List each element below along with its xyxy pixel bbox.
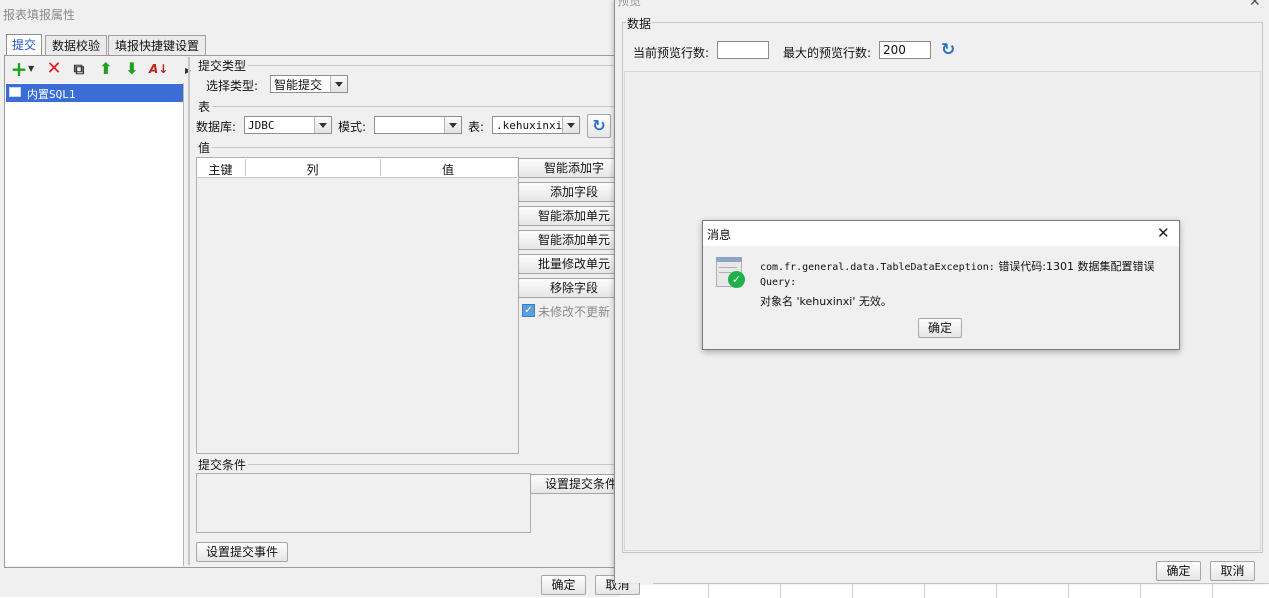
check-circle-icon: ✓ bbox=[728, 271, 745, 288]
window-title: 报表填报属性 bbox=[3, 8, 76, 22]
tree-item-selected[interactable]: 内置SQL1 bbox=[6, 84, 183, 102]
error-line-3: 对象名 'kehuxinxi' 无效。 bbox=[760, 295, 892, 308]
sort-icon[interactable]: A↓ bbox=[149, 60, 168, 78]
chevron-down-icon[interactable] bbox=[562, 117, 579, 133]
sql-tree bbox=[5, 83, 184, 566]
max-rows-label: 最大的预览行数: bbox=[783, 46, 872, 60]
error-line-2: Query: bbox=[760, 277, 797, 288]
dialog-close-icon[interactable]: ✕ bbox=[1157, 224, 1170, 242]
current-rows-label: 当前预览行数: bbox=[633, 46, 710, 60]
section-value: 值 bbox=[198, 141, 211, 155]
dialog-title: 消息 bbox=[707, 228, 732, 242]
current-rows-input[interactable] bbox=[717, 41, 769, 59]
message-dialog: 消息 ✕ ✓ com.fr.general.data.TableDataExce… bbox=[702, 220, 1180, 350]
error-code: 错误代码:1301 数据集配置错误 bbox=[998, 260, 1155, 273]
section-data: 数据 bbox=[626, 15, 653, 32]
column-header-primary-key[interactable]: 主键 bbox=[197, 161, 244, 178]
database-combo[interactable]: JDBC bbox=[244, 116, 332, 134]
schema-combo[interactable] bbox=[374, 116, 462, 134]
error-line-1: com.fr.general.data.TableDataException: … bbox=[760, 258, 1155, 274]
schema-label: 模式: bbox=[338, 120, 367, 134]
chevron-down-icon[interactable]: ▼ bbox=[28, 64, 34, 73]
table-icon bbox=[9, 87, 21, 97]
chevron-down-icon[interactable] bbox=[444, 117, 461, 133]
preview-cancel-button[interactable]: 取消 bbox=[1210, 561, 1255, 581]
refresh-icon[interactable]: ↻ bbox=[941, 40, 955, 60]
no-update-checkbox[interactable]: ✓ bbox=[522, 304, 535, 317]
splitter[interactable] bbox=[188, 57, 190, 565]
move-up-icon[interactable]: ⬆ bbox=[97, 60, 115, 78]
report-fill-properties-window: 报表填报属性 提交 数据校验 填报快捷键设置 + ▼ ✕ ⧉ ⬆ ⬇ A↓ ▶ … bbox=[0, 0, 640, 597]
condition-list bbox=[196, 473, 531, 533]
select-type-label: 选择类型: bbox=[206, 79, 259, 93]
tab-data-validation[interactable]: 数据校验 bbox=[45, 35, 107, 56]
table-label: 表: bbox=[468, 120, 485, 134]
value-table bbox=[196, 157, 519, 454]
background-grid-strip bbox=[653, 583, 1269, 598]
tab-shortcut-settings[interactable]: 填报快捷键设置 bbox=[108, 35, 206, 56]
preview-title: 预览 bbox=[617, 0, 642, 8]
chevron-down-icon[interactable] bbox=[314, 117, 331, 133]
tree-item-label: 内置SQL1 bbox=[27, 88, 76, 101]
database-label: 数据库: bbox=[196, 120, 237, 134]
refresh-icon: ↻ bbox=[592, 116, 606, 135]
dataset-error-icon: ✓ bbox=[716, 257, 745, 288]
column-header-column[interactable]: 列 bbox=[246, 161, 379, 178]
chevron-down-icon[interactable] bbox=[330, 76, 347, 92]
section-condition: 提交条件 bbox=[198, 458, 247, 472]
close-icon[interactable]: ✕ bbox=[1249, 0, 1261, 10]
refresh-button[interactable]: ↻ bbox=[587, 114, 611, 138]
section-table: 表 bbox=[198, 100, 211, 114]
move-down-icon[interactable]: ⬇ bbox=[123, 60, 141, 78]
error-exception: com.fr.general.data.TableDataException: bbox=[760, 262, 995, 273]
dialog-titlebar bbox=[703, 221, 1179, 246]
left-ok-button[interactable]: 确定 bbox=[541, 575, 586, 595]
table-combo[interactable]: .kehuxinxi bbox=[492, 116, 580, 134]
add-icon[interactable]: + bbox=[10, 59, 28, 79]
delete-icon[interactable]: ✕ bbox=[45, 60, 63, 78]
tab-submit[interactable]: 提交 bbox=[6, 34, 42, 56]
set-event-button[interactable]: 设置提交事件 bbox=[196, 542, 288, 562]
max-rows-input[interactable]: 200 bbox=[879, 41, 931, 59]
select-type-combo[interactable]: 智能提交 bbox=[270, 75, 348, 93]
dialog-ok-button[interactable]: 确定 bbox=[918, 318, 962, 338]
preview-ok-button[interactable]: 确定 bbox=[1156, 561, 1201, 581]
section-submit-type: 提交类型 bbox=[198, 59, 247, 73]
column-header-value[interactable]: 值 bbox=[381, 161, 515, 178]
copy-icon[interactable]: ⧉ bbox=[70, 60, 88, 78]
no-update-label: 未修改不更新 bbox=[538, 305, 611, 319]
